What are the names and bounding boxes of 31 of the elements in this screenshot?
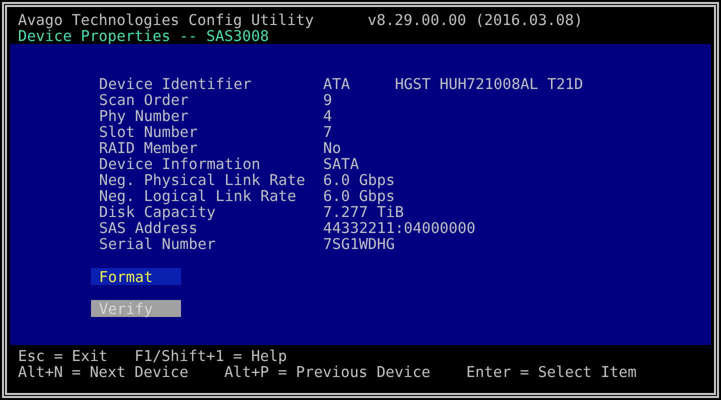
key-hint: F1/Shift+1 = Help [134, 348, 287, 364]
property-value: 7.277 TiB [323, 204, 404, 220]
property-value: 6.0 Gbps [323, 188, 395, 204]
property-value: ATA HGST HUH721008AL T21D [323, 76, 584, 92]
property-label: Device Identifier [99, 76, 252, 92]
key-hint: Enter = Select Item [466, 364, 637, 380]
property-value: 7 [323, 124, 332, 140]
property-label: RAID Member [99, 140, 199, 156]
property-value: No [323, 140, 342, 156]
property-label: Disk Capacity [99, 204, 217, 220]
property-value: SATA [323, 156, 359, 172]
key-hint: Alt+N = Next Device [18, 364, 190, 380]
property-value: 6.0 Gbps [323, 172, 395, 188]
property-label: SAS Address [99, 220, 198, 236]
property-label: Phy Number [99, 108, 190, 124]
property-label: Slot Number [99, 124, 199, 140]
property-label: Serial Number [99, 236, 217, 252]
property-value: 44332211:04000000 [323, 220, 476, 236]
property-value: 4 [323, 108, 332, 124]
property-label: Device Information [99, 156, 262, 172]
property-label: Scan Order [99, 92, 190, 108]
property-label: Neg. Logical Link Rate [99, 188, 298, 204]
menu-item[interactable]: Format [91, 268, 181, 285]
app-title: Avago Technologies Config Utility [18, 12, 315, 28]
property-value: 9 [323, 92, 332, 108]
property-value: 7SG1WDHG [323, 236, 395, 252]
key-hint: Alt+P = Previous Device [224, 364, 432, 380]
property-label: Neg. Physical Link Rate [99, 172, 306, 188]
key-hint: Esc = Exit [18, 348, 109, 364]
version-text: v8.29.00.00 (2016.03.08) [368, 12, 583, 28]
page-title: Device Properties -- SAS3008 [18, 28, 270, 44]
